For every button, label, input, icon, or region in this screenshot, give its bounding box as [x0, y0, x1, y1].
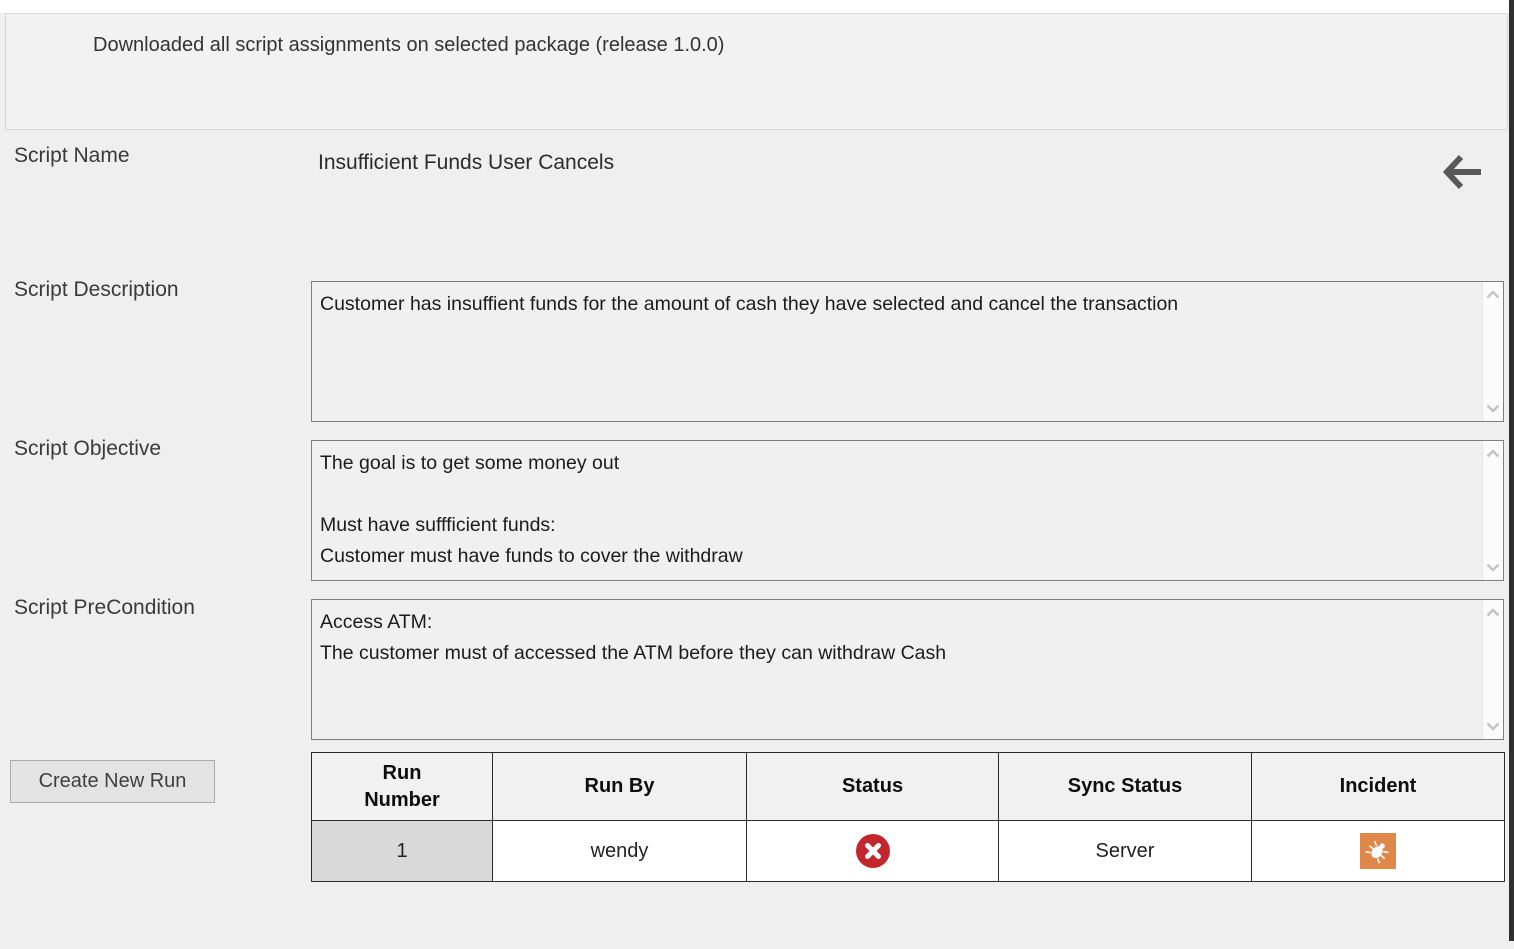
table-row[interactable]: 1 wendy Server	[312, 821, 1505, 882]
back-button[interactable]	[1438, 149, 1486, 197]
script-precondition-text[interactable]: Access ATM: The customer must of accesse…	[312, 600, 1482, 739]
incident-cell	[1252, 821, 1505, 882]
status-error-icon	[856, 834, 890, 868]
scroll-up-icon[interactable]	[1486, 290, 1500, 299]
script-precondition-field[interactable]: Access ATM: The customer must of accesse…	[311, 599, 1504, 740]
script-objective-field[interactable]: The goal is to get some money out Must h…	[311, 440, 1504, 581]
run-number-cell[interactable]: 1	[312, 821, 493, 882]
create-new-run-button[interactable]: Create New Run	[10, 760, 215, 803]
script-description-text[interactable]: Customer has insuffient funds for the am…	[312, 282, 1482, 421]
description-scrollbar[interactable]	[1482, 282, 1503, 421]
column-header-sync-status: Sync Status	[999, 753, 1252, 821]
script-name-label: Script Name	[14, 144, 130, 168]
column-header-run-by: Run By	[493, 753, 747, 821]
scroll-up-icon[interactable]	[1486, 608, 1500, 617]
script-objective-text[interactable]: The goal is to get some money out Must h…	[312, 441, 1482, 580]
column-header-run-number: Run Number	[312, 753, 493, 821]
run-by-cell: wendy	[493, 821, 747, 882]
scroll-down-icon[interactable]	[1486, 563, 1500, 572]
back-arrow-icon	[1439, 148, 1485, 199]
runs-table-header-row: Run Number Run By Status Sync Status Inc…	[312, 753, 1505, 821]
script-name-value: Insufficient Funds User Cancels	[318, 151, 614, 175]
sync-status-cell: Server	[999, 821, 1252, 882]
status-banner: Downloaded all script assignments on sel…	[5, 13, 1508, 130]
column-header-status: Status	[747, 753, 999, 821]
bug-icon[interactable]	[1360, 833, 1396, 869]
scroll-down-icon[interactable]	[1486, 404, 1500, 413]
script-precondition-label: Script PreCondition	[14, 596, 195, 620]
script-description-field[interactable]: Customer has insuffient funds for the am…	[311, 281, 1504, 422]
script-detail-page: { "banner": { "message": "Downloaded all…	[0, 0, 1514, 949]
window-right-edge	[1509, 0, 1514, 941]
status-banner-message: Downloaded all script assignments on sel…	[93, 34, 724, 57]
script-objective-label: Script Objective	[14, 437, 161, 461]
top-margin-strip	[0, 0, 1514, 13]
precondition-scrollbar[interactable]	[1482, 600, 1503, 739]
script-description-label: Script Description	[14, 278, 179, 302]
runs-table: Run Number Run By Status Sync Status Inc…	[311, 752, 1505, 882]
column-header-incident: Incident	[1252, 753, 1505, 821]
objective-scrollbar[interactable]	[1482, 441, 1503, 580]
scroll-down-icon[interactable]	[1486, 722, 1500, 731]
status-cell	[747, 821, 999, 882]
scroll-up-icon[interactable]	[1486, 449, 1500, 458]
